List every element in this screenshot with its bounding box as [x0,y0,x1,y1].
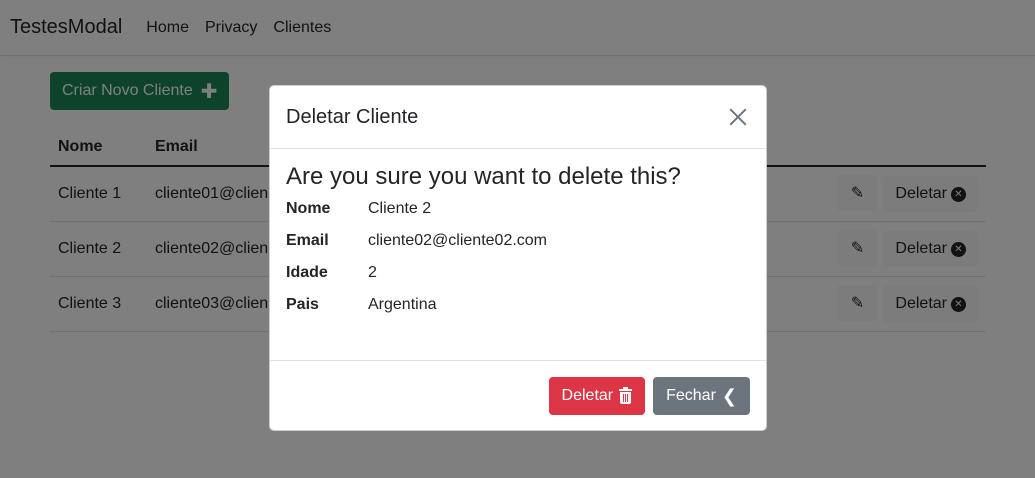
detail-value: 2 [368,264,377,281]
detail-row-email: Email cliente02@cliente02.com [286,232,750,264]
detail-label: Idade [286,264,328,281]
detail-label: Nome [286,200,331,217]
detail-label: Email [286,232,329,249]
detail-value: cliente02@cliente02.com [368,232,548,249]
modal-header: Deletar Cliente [270,86,766,149]
modal-title: Deletar Cliente [286,105,419,128]
detail-row-idade: Idade 2 [286,264,750,296]
confirm-question: Are you sure you want to delete this? [286,163,681,190]
confirm-delete-button[interactable]: Deletar [548,377,646,415]
detail-label: Pais [286,296,319,313]
close-button-label: Fechar [666,387,716,404]
detail-value: Cliente 2 [368,200,432,217]
detail-row-pais: Pais Argentina [286,296,750,328]
confirm-delete-label: Deletar [561,387,614,404]
chevron-left-icon: ❮ [721,385,737,406]
trash-icon [619,387,633,404]
detail-row-nome: Nome Cliente 2 [286,200,750,232]
modal-footer: Deletar Fechar ❮ [270,361,766,431]
close-button[interactable]: Fechar ❮ [653,377,750,415]
modal-body: Are you sure you want to delete this? No… [270,149,766,361]
detail-value: Argentina [368,296,437,313]
close-icon[interactable] [726,105,750,129]
delete-modal: Deletar Cliente Are you sure you want to… [269,85,767,431]
